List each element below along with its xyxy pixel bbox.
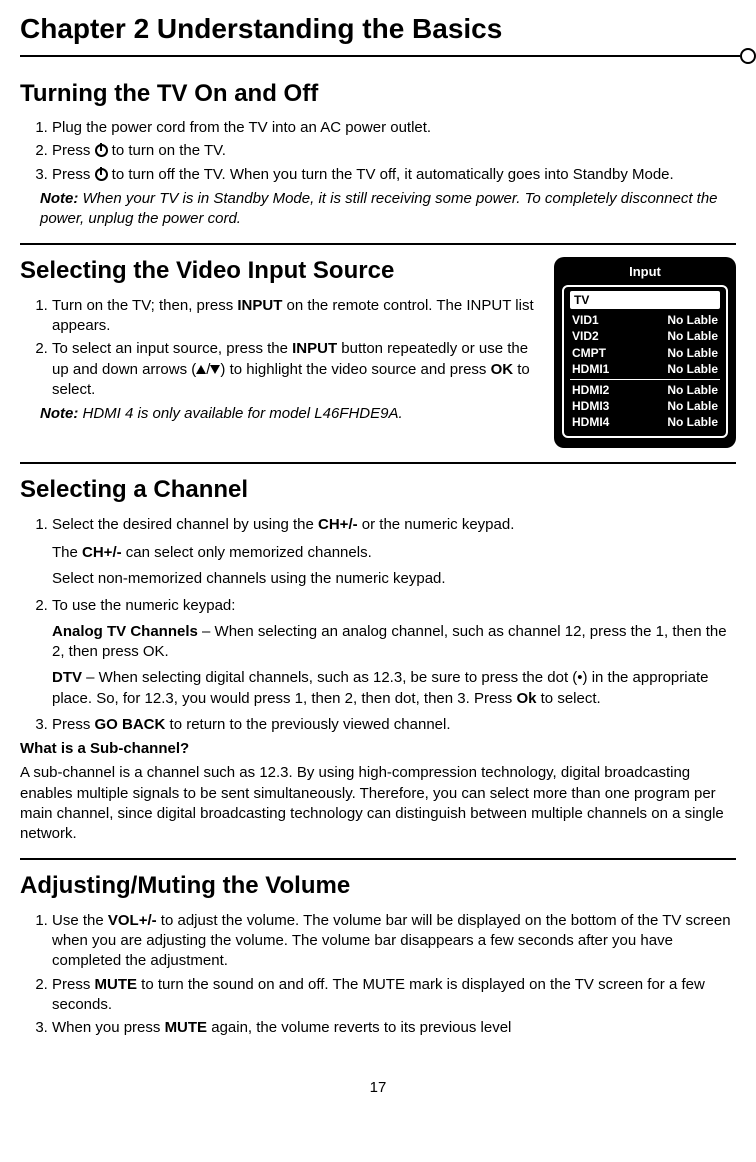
chapter-title: Chapter 2 Understanding the Basics (20, 10, 736, 48)
sub-analog: Analog TV Channels – When selecting an a… (52, 622, 736, 663)
input-source-panel: Input TV VID1No Lable VID2No Lable CMPTN… (554, 257, 736, 448)
step-3: Press to turn off the TV. When you turn … (52, 165, 736, 185)
input-row: HDMI4No Lable (570, 414, 720, 430)
input-row: HDMI3No Lable (570, 398, 720, 414)
input-row: VID2No Lable (570, 328, 720, 344)
arrow-down-icon (210, 365, 220, 374)
step-vol-1: Use the VOL+/- to adjust the volume. The… (52, 911, 736, 972)
input-row: VID1No Lable (570, 312, 720, 328)
input-panel-title: Input (562, 263, 728, 281)
section-input-source: Selecting the Video Input Source (20, 255, 538, 287)
divider (20, 243, 736, 245)
input-row: HDMI1No Lable (570, 361, 720, 377)
input-row: CMPTNo Lable (570, 345, 720, 361)
chapter-ornament-icon (740, 48, 756, 64)
step-vol-3: When you press MUTE again, the volume re… (52, 1018, 736, 1038)
step-vol-2: Press MUTE to turn the sound on and off.… (52, 975, 736, 1016)
note-standby: Note: When your TV is in Standby Mode, i… (40, 189, 736, 230)
section-channel: Selecting a Channel (20, 474, 736, 506)
sub-memorized: The CH+/- can select only memorized chan… (52, 543, 736, 563)
power-icon (95, 168, 108, 181)
divider (20, 462, 736, 464)
step-2: Press to turn on the TV. (52, 141, 736, 161)
step-input-2: To select an input source, press the INP… (52, 339, 538, 400)
input-separator (570, 379, 720, 380)
step-channel-2: To use the numeric keypad: Analog TV Cha… (52, 596, 736, 709)
arrow-up-icon (196, 365, 206, 374)
page-number: 17 (20, 1078, 736, 1098)
step-1: Plug the power cord from the TV into an … (52, 118, 736, 138)
note-hdmi4: Note: HDMI 4 is only available for model… (40, 404, 538, 424)
section-turning-on-off: Turning the TV On and Off (20, 78, 736, 110)
subchannel-text: A sub-channel is a channel such as 12.3.… (20, 763, 736, 844)
input-row: HDMI2No Lable (570, 382, 720, 398)
input-row-tv: TV (570, 291, 720, 309)
divider (20, 858, 736, 860)
step-input-1: Turn on the TV; then, press INPUT on the… (52, 296, 538, 337)
sub-nonmemorized: Select non-memorized channels using the … (52, 569, 736, 589)
subchannel-heading: What is a Sub-channel? (20, 739, 736, 759)
section-volume: Adjusting/Muting the Volume (20, 870, 736, 902)
step-channel-3: Press GO BACK to return to the previousl… (52, 715, 736, 735)
chapter-rule (20, 48, 736, 64)
step-channel-1: Select the desired channel by using the … (52, 515, 736, 590)
power-icon (95, 144, 108, 157)
sub-dtv: DTV – When selecting digital channels, s… (52, 668, 736, 709)
